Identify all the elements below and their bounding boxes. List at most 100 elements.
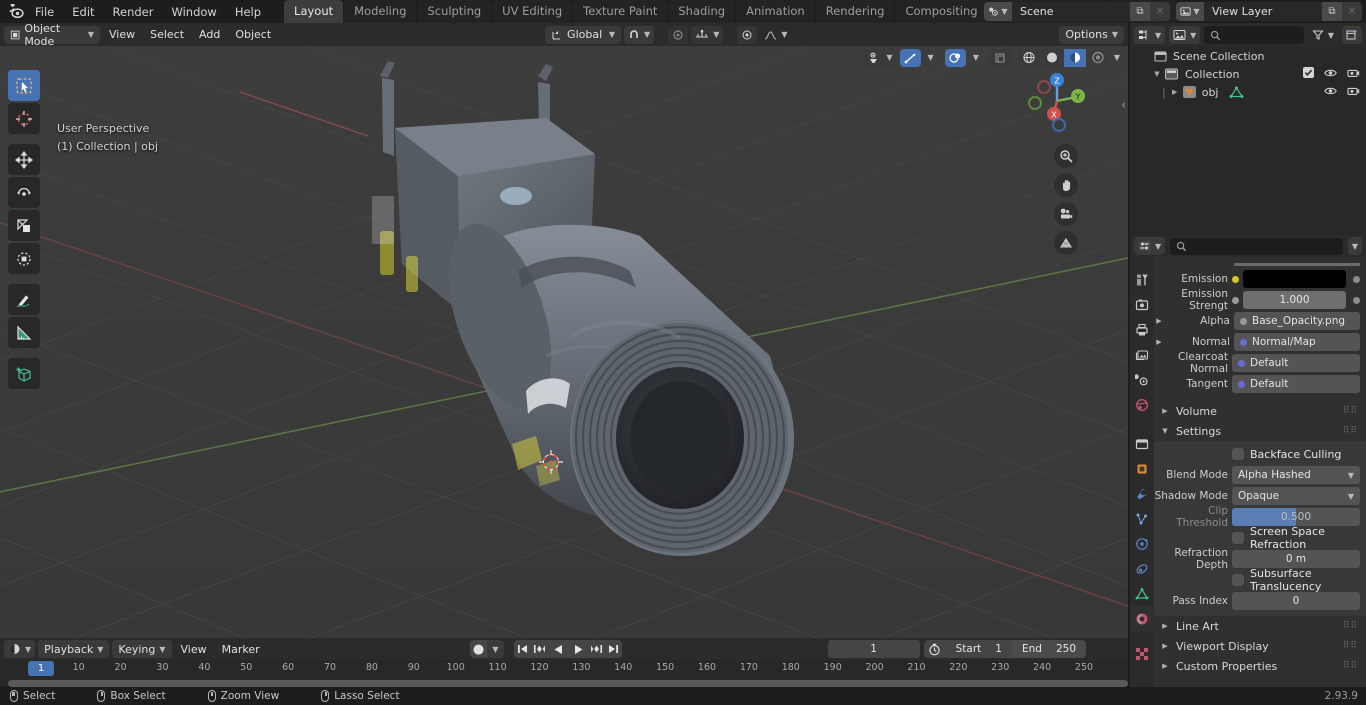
row-pass-index[interactable]: Pass Index 0 <box>1154 591 1360 611</box>
shading-material-preview[interactable] <box>1063 48 1086 67</box>
outliner-row-collection[interactable]: ▼ Collection <box>1130 65 1366 83</box>
menu-edit[interactable]: Edit <box>63 2 103 22</box>
transform-orientation-selector[interactable]: Global ▼ <box>545 25 622 44</box>
menu-render[interactable]: Render <box>104 2 163 22</box>
annotate-tool[interactable] <box>8 284 40 315</box>
next-keyframe-button[interactable] <box>588 640 605 658</box>
expander-right-icon[interactable]: ▶ <box>1154 317 1164 325</box>
prop-row-emission-strength[interactable]: Emission Strengt 1.000 <box>1154 288 1360 312</box>
view-layer-icon[interactable]: ▼ <box>1176 2 1204 21</box>
viewport-options-button[interactable]: Options ▼ <box>1059 25 1124 44</box>
workspace-tab-sculpting[interactable]: Sculpting <box>417 0 492 23</box>
scene-datablock[interactable]: ▼ Scene ⧉ ✕ <box>984 2 1170 21</box>
gizmo-toggle[interactable] <box>899 48 921 67</box>
current-frame-field[interactable]: 1 <box>827 640 920 658</box>
animate-dot-icon[interactable] <box>1353 275 1360 283</box>
overlays-dropdown[interactable]: ▼ <box>969 49 983 67</box>
scene-unlink-button[interactable]: ✕ <box>1150 2 1170 21</box>
expander-right-icon[interactable]: ▶ <box>1154 338 1164 346</box>
outliner-row-scene-collection[interactable]: Scene Collection <box>1130 47 1366 65</box>
backface-culling-checkbox[interactable] <box>1232 448 1244 460</box>
start-frame-field[interactable]: Start 1 <box>945 640 1012 658</box>
tangent-field[interactable]: Default <box>1232 375 1360 393</box>
outliner-row-obj[interactable]: | ▶ obj <box>1130 83 1366 101</box>
outliner-display-mode[interactable]: ▼ <box>1134 26 1166 44</box>
tab-collection[interactable] <box>1130 431 1154 456</box>
workspace-tab-texture-paint[interactable]: Texture Paint <box>573 0 668 23</box>
alpha-input-field[interactable]: Base_Opacity.png <box>1234 312 1360 330</box>
panel-header-settings[interactable]: ▼ Settings ⠿⠿ <box>1154 421 1366 441</box>
workspace-tab-compositing[interactable]: Compositing <box>895 0 988 23</box>
eye-icon[interactable] <box>1324 86 1337 99</box>
outliner-new-collection-button[interactable] <box>1342 26 1362 44</box>
jump-to-start-button[interactable] <box>514 640 531 658</box>
collection-checkbox[interactable] <box>1303 67 1314 81</box>
visibility-selector[interactable]: ▼ <box>864 48 897 67</box>
prop-row-tangent[interactable]: Tangent Default <box>1154 374 1360 394</box>
row-refraction-depth[interactable]: Refraction Depth 0 m <box>1154 547 1360 571</box>
add-cube-tool[interactable] <box>8 358 40 389</box>
viewport-menu-add[interactable]: Add <box>193 26 226 44</box>
prop-row-emission[interactable]: Emission <box>1154 269 1360 289</box>
proportional-falloff-toggle[interactable] <box>737 25 758 44</box>
expander-down-icon[interactable]: ▼ <box>1152 70 1162 78</box>
scene-new-button[interactable]: ⧉ <box>1130 2 1150 21</box>
clearcoat-normal-field[interactable]: Default <box>1232 354 1360 372</box>
view-layer-datablock[interactable]: ▼ View Layer ⧉ ✕ <box>1176 2 1362 21</box>
tab-scene[interactable] <box>1130 367 1154 392</box>
mesh-data-icon[interactable] <box>1229 86 1244 99</box>
row-blend-mode[interactable]: Blend Mode Alpha Hashed ▼ <box>1154 465 1360 485</box>
xray-toggle[interactable] <box>989 48 1011 67</box>
proportional-edit-button[interactable] <box>668 25 689 44</box>
camera-icon[interactable] <box>1054 202 1078 226</box>
outliner-filter-button[interactable]: ▼ <box>1308 26 1338 44</box>
properties-options-dropdown[interactable]: ▼ <box>1347 237 1362 255</box>
panel-header-line-art[interactable]: ▶ Line Art ⠿⠿ <box>1154 616 1366 636</box>
outliner-filter-id[interactable]: ▼ <box>1169 26 1201 44</box>
scale-tool[interactable] <box>8 210 40 241</box>
pass-index-field[interactable]: 0 <box>1232 592 1360 610</box>
timeline-ruler[interactable]: 10 20 30 40 50 60 70 80 90 100 110 120 130 140 150 160 1… <box>0 660 1128 678</box>
camera-lens-3d-object[interactable] <box>350 56 950 616</box>
tab-object-data[interactable] <box>1130 581 1154 606</box>
tab-constraints[interactable] <box>1130 556 1154 581</box>
workspace-tab-shading[interactable]: Shading <box>668 0 736 23</box>
grid-icon[interactable] <box>1054 231 1078 255</box>
move-tool[interactable] <box>8 144 40 175</box>
view-layer-remove-button[interactable]: ✕ <box>1342 2 1362 21</box>
workspace-tab-uv-editing[interactable]: UV Editing <box>492 0 573 23</box>
snap-magnet-button[interactable]: ▼ <box>624 25 655 44</box>
workspace-tab-modeling[interactable]: Modeling <box>344 0 417 23</box>
jump-to-end-button[interactable] <box>605 640 622 658</box>
rotate-tool[interactable] <box>8 177 40 208</box>
tab-modifier[interactable] <box>1130 481 1154 506</box>
shading-dropdown[interactable]: ▼ <box>1110 49 1124 67</box>
auto-keying-toggle[interactable]: ● <box>470 640 487 658</box>
row-backface-culling[interactable]: Backface Culling <box>1154 444 1360 464</box>
view-layer-new-button[interactable]: ⧉ <box>1322 2 1342 21</box>
panel-header-custom-properties[interactable]: ▶ Custom Properties ⠿⠿ <box>1154 656 1366 676</box>
timeline-horizontal-scrollbar[interactable] <box>8 680 1128 687</box>
refraction-depth-field[interactable]: 0 m <box>1232 550 1360 568</box>
properties-body[interactable]: Emission Emission Strengt 1.000 ▶ Alpha … <box>1154 257 1366 687</box>
transform-tool[interactable] <box>8 243 40 274</box>
hand-icon[interactable] <box>1054 173 1078 197</box>
emission-color-field[interactable] <box>1243 270 1346 288</box>
tab-material[interactable] <box>1130 606 1154 631</box>
menu-help[interactable]: Help <box>226 2 270 22</box>
viewport-3d[interactable]: User Perspective (1) Collection | obj Z … <box>0 46 1128 638</box>
playback-menu[interactable]: Playback ▼ <box>38 640 110 658</box>
timeline-playhead[interactable]: 1 <box>28 661 54 676</box>
viewport-menu-view[interactable]: View <box>103 26 141 44</box>
screen-space-refraction-checkbox[interactable] <box>1232 532 1244 544</box>
tab-output[interactable] <box>1130 317 1154 342</box>
tab-texture[interactable] <box>1130 641 1154 666</box>
row-shadow-mode[interactable]: Shadow Mode Opaque ▼ <box>1154 486 1360 506</box>
play-reverse-button[interactable] <box>548 640 568 658</box>
tab-render[interactable] <box>1130 292 1154 317</box>
previous-keyframe-button[interactable] <box>531 640 548 658</box>
normal-input-field[interactable]: Normal/Map <box>1234 333 1360 351</box>
shading-wireframe[interactable] <box>1017 48 1040 67</box>
menu-file[interactable]: File <box>26 2 63 22</box>
outliner-search-input[interactable] <box>1204 26 1304 44</box>
